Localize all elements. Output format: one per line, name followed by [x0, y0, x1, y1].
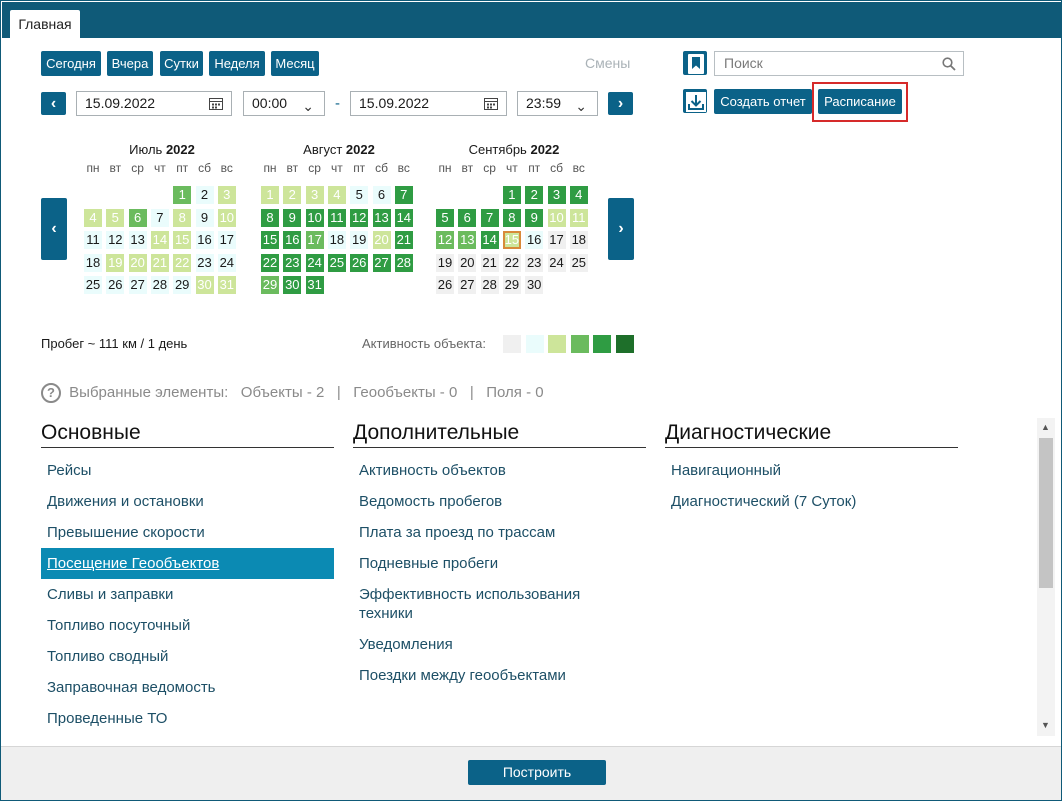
- report-item[interactable]: Рейсы: [41, 455, 334, 486]
- report-item[interactable]: Диагностический (7 Суток): [665, 486, 958, 517]
- report-item[interactable]: Топливо сводный: [41, 641, 334, 672]
- report-item[interactable]: Уведомления: [353, 629, 646, 660]
- report-column-title: Основные: [41, 421, 334, 448]
- report-item[interactable]: Ведомость пробегов: [353, 486, 646, 517]
- report-item[interactable]: Сливы и заправки: [41, 579, 334, 610]
- report-item[interactable]: Подневные пробеги: [353, 548, 646, 579]
- report-item[interactable]: Эффективность использования техники: [353, 579, 623, 629]
- report-item[interactable]: Посещение Геообъектов: [41, 548, 334, 579]
- report-item[interactable]: Поездки между геообъектами: [353, 660, 646, 691]
- report-column: Дополнительные Активность объектов Ведомос…: [353, 421, 646, 691]
- build-button[interactable]: Построить: [468, 760, 606, 785]
- scroll-down-icon[interactable]: ▼: [1041, 720, 1050, 730]
- scrollbar[interactable]: ▲ ▼: [1037, 418, 1055, 736]
- scroll-up-icon[interactable]: ▲: [1041, 422, 1050, 432]
- report-columns: Основные Рейсы Движения и остановки Превыше…: [0, 0, 1035, 743]
- report-column-title: Диагностические: [665, 421, 958, 448]
- report-item[interactable]: Проведенные ТО: [41, 703, 334, 734]
- report-item[interactable]: Навигационный: [665, 455, 958, 486]
- report-item[interactable]: Движения и остановки: [41, 486, 334, 517]
- report-item[interactable]: Заправочная ведомость: [41, 672, 334, 703]
- scrollbar-thumb[interactable]: [1039, 438, 1053, 588]
- report-item[interactable]: Активность объектов: [353, 455, 646, 486]
- report-column: Диагностические Навигационный Диагностичес…: [665, 421, 958, 517]
- report-column: Основные Рейсы Движения и остановки Превыше…: [41, 421, 334, 734]
- report-item[interactable]: Превышение скорости: [41, 517, 334, 548]
- report-item[interactable]: Топливо посуточный: [41, 610, 334, 641]
- report-item[interactable]: Плата за проезд по трассам: [353, 517, 646, 548]
- report-column-title: Дополнительные: [353, 421, 646, 448]
